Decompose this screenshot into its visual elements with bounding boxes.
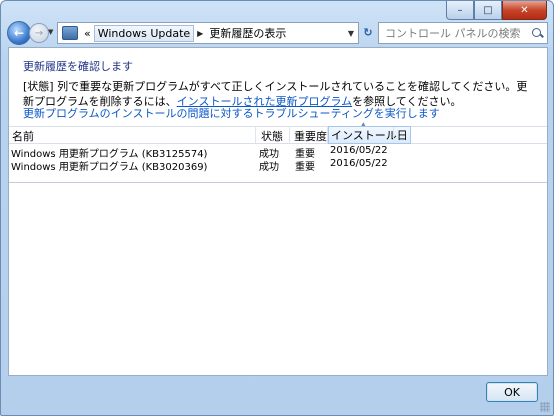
table-row[interactable]: Windows 用更新プログラム (KB3020369) 成功 重要 2016/… [9, 158, 547, 173]
column-header-status[interactable]: 状態 [261, 128, 283, 144]
close-icon: ✕ [520, 4, 529, 16]
back-button[interactable]: ← [7, 21, 31, 45]
column-header-importance[interactable]: 重要度 [294, 128, 327, 144]
main-content: 更新履歴を確認します [状態] 列で重要な更新プログラムがすべて正しくインストー… [8, 47, 548, 376]
dialog-footer: OK [1, 375, 553, 415]
update-history-window: – □ ✕ ← → ▼ « Windows Update ▶ 更新履歴の表示 ▼… [0, 0, 554, 416]
search-input[interactable] [383, 25, 527, 41]
list-bottom-divider [9, 182, 547, 183]
navigation-bar: ← → ▼ « Windows Update ▶ 更新履歴の表示 ▼ ↻ [1, 21, 553, 45]
minimize-button[interactable]: – [446, 1, 474, 20]
update-importance: 重要 [295, 162, 315, 173]
breadcrumb-overflow[interactable]: « [81, 27, 94, 40]
recent-pages-dropdown[interactable]: ▼ [48, 28, 53, 36]
address-bar[interactable]: « Windows Update ▶ 更新履歴の表示 ▼ [57, 22, 359, 44]
back-arrow-icon: ← [13, 26, 25, 40]
column-divider[interactable] [393, 127, 394, 143]
table-header: 名前 状態 重要度 ▲ インストール日 [9, 121, 547, 144]
chevron-down-icon[interactable]: ▼ [348, 29, 354, 38]
update-history-table: 名前 状態 重要度 ▲ インストール日 Windows 用更新プログラム (KB… [9, 121, 547, 173]
update-name: Windows 用更新プログラム (KB3020369) [11, 162, 208, 173]
breadcrumb-update-history[interactable]: 更新履歴の表示 [206, 25, 289, 41]
page-heading: 更新履歴を確認します [23, 60, 133, 73]
update-install-date: 2016/05/22 [330, 158, 388, 169]
close-button[interactable]: ✕ [502, 1, 547, 20]
ok-button[interactable]: OK [486, 382, 538, 402]
troubleshoot-link[interactable]: 更新プログラムのインストールの問題に対するトラブルシューティングを実行します [23, 105, 440, 121]
refresh-button[interactable]: ↻ [359, 22, 377, 42]
minimize-icon: – [457, 4, 463, 16]
resize-grip-icon[interactable] [540, 402, 550, 412]
maximize-icon: □ [483, 4, 493, 16]
chevron-right-icon[interactable]: ▶ [197, 29, 203, 38]
forward-button[interactable]: → [29, 23, 49, 43]
column-header-install-date[interactable]: インストール日 [328, 126, 411, 144]
refresh-icon: ↻ [363, 25, 373, 39]
breadcrumb-windows-update[interactable]: Windows Update [93, 24, 195, 42]
control-panel-icon [62, 26, 78, 40]
update-status: 成功 [259, 162, 279, 173]
search-box[interactable] [378, 22, 548, 44]
column-divider[interactable] [255, 127, 256, 143]
table-row[interactable]: Windows 用更新プログラム (KB3125574) 成功 重要 2016/… [9, 145, 547, 160]
search-icon[interactable] [532, 27, 543, 39]
column-header-name[interactable]: 名前 [12, 128, 34, 144]
window-caption-controls: – □ ✕ [446, 1, 547, 20]
forward-arrow-icon: → [34, 27, 44, 39]
maximize-button[interactable]: □ [474, 1, 502, 20]
update-install-date: 2016/05/22 [330, 145, 388, 156]
column-divider[interactable] [289, 127, 290, 143]
